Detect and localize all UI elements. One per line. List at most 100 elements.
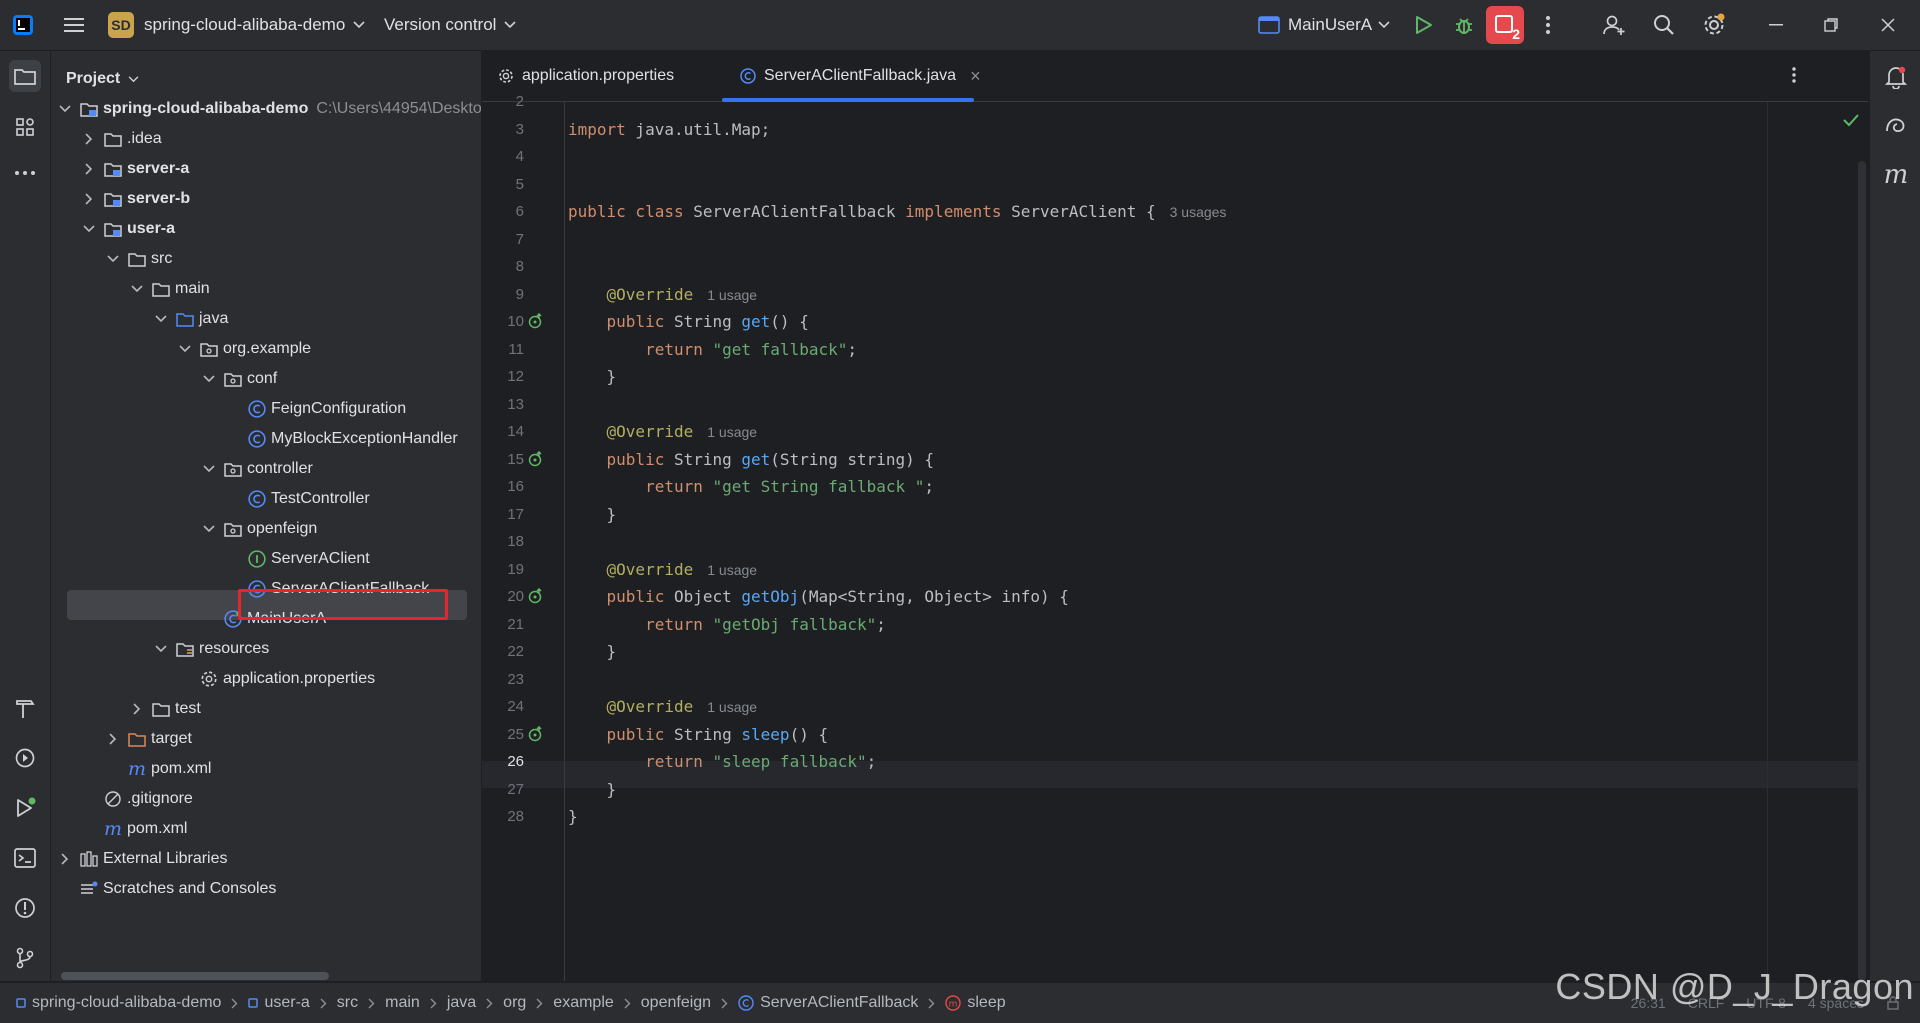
code-line[interactable]: import java.util.Map; — [568, 116, 770, 143]
code-line[interactable]: @Override 1 usage — [568, 281, 758, 308]
breadcrumb-item-spring-cloud-alibaba-demo[interactable]: spring-cloud-alibaba-demo — [16, 994, 221, 1012]
breadcrumb-item-example[interactable]: example — [553, 994, 613, 1012]
expand-down-chevron-icon[interactable] — [57, 101, 73, 117]
usages-inlay-hint[interactable]: 1 usage — [707, 287, 757, 303]
code-line[interactable]: public class ServerAClientFallback imple… — [568, 198, 1226, 225]
tree-item-spring-cloud-alibaba-demo[interactable]: spring-cloud-alibaba-demo C:\Users\44954\… — [51, 94, 481, 124]
breadcrumb-item-src[interactable]: src — [337, 994, 358, 1012]
line-number[interactable]: 19 — [482, 556, 524, 583]
code-line[interactable]: } — [568, 638, 617, 665]
code-line[interactable]: return "sleep fallback"; — [568, 748, 876, 775]
breadcrumb-item-org[interactable]: org — [503, 994, 526, 1012]
project-horizontal-scrollbar[interactable] — [61, 972, 329, 980]
code-line[interactable]: } — [568, 776, 617, 803]
tree-item-pom-xml[interactable]: m pom.xml — [51, 814, 481, 844]
collapse-right-chevron-icon[interactable] — [105, 731, 121, 747]
more-actions-icon[interactable] — [1536, 0, 1560, 50]
code-line[interactable]: return "get String fallback "; — [568, 473, 934, 500]
tree-item-target[interactable]: target — [51, 724, 481, 754]
structure-icon[interactable] — [9, 111, 41, 143]
code-line[interactable]: public Object getObj(Map<String, Object>… — [568, 583, 1069, 610]
tree-item-main[interactable]: main — [51, 274, 481, 304]
expand-down-chevron-icon[interactable] — [153, 311, 169, 327]
line-number[interactable]: 23 — [482, 666, 524, 693]
collapse-right-chevron-icon[interactable] — [81, 191, 97, 207]
line-number[interactable]: 9 — [482, 281, 524, 308]
run-button[interactable] — [1408, 0, 1440, 50]
breadcrumb-item-java[interactable]: java — [447, 994, 476, 1012]
expand-down-chevron-icon[interactable] — [201, 521, 217, 537]
tree-item-testcontroller[interactable]: TestController — [51, 484, 481, 514]
line-number[interactable]: 11 — [482, 336, 524, 363]
breadcrumb-item-main[interactable]: main — [385, 994, 420, 1012]
app-logo-icon[interactable] — [12, 0, 34, 50]
project-switcher[interactable]: SD spring-cloud-alibaba-demo — [108, 0, 365, 50]
line-number[interactable]: 2 — [482, 88, 524, 115]
collapse-right-chevron-icon[interactable] — [81, 131, 97, 147]
restore-icon[interactable] — [1815, 0, 1847, 50]
breadcrumb-item-serveraclientfallback[interactable]: ServerAClientFallback — [738, 994, 918, 1012]
code-line[interactable]: public String sleep() { — [568, 721, 829, 748]
run-tool-icon[interactable] — [9, 792, 41, 824]
line-number[interactable]: 24 — [482, 693, 524, 720]
implements-method-gutter-icon[interactable] — [528, 313, 544, 329]
tree-item-server-b[interactable]: server-b — [51, 184, 481, 214]
line-number[interactable]: 3 — [482, 116, 524, 143]
tree-item-resources[interactable]: resources — [51, 634, 481, 664]
usages-inlay-hint[interactable]: 1 usage — [707, 699, 757, 715]
line-number[interactable]: 22 — [482, 638, 524, 665]
tree-item-gitignore[interactable]: .gitignore — [51, 784, 481, 814]
line-number[interactable]: 13 — [482, 391, 524, 418]
implements-method-gutter-icon[interactable] — [528, 450, 544, 467]
breadcrumb-item-sleep[interactable]: m sleep — [945, 994, 1006, 1012]
maven-icon[interactable]: m — [1880, 159, 1912, 191]
code-line[interactable]: } — [568, 501, 617, 528]
problems-icon[interactable] — [9, 892, 41, 924]
code-line[interactable]: } — [568, 803, 578, 830]
tree-item-scratches-and-consoles[interactable]: Scratches and Consoles — [51, 874, 481, 904]
line-number[interactable]: 21 — [482, 611, 524, 638]
expand-down-chevron-icon[interactable] — [201, 371, 217, 387]
code-line[interactable]: return "getObj fallback"; — [568, 611, 886, 638]
line-number[interactable]: 25 — [482, 721, 524, 748]
line-number[interactable]: 17 — [482, 501, 524, 528]
code-line[interactable]: public String get() { — [568, 308, 809, 335]
line-number[interactable]: 8 — [482, 253, 524, 280]
ai-assistant-icon[interactable] — [1880, 110, 1912, 142]
code-line[interactable]: @Override 1 usage — [568, 418, 758, 445]
tree-item-idea[interactable]: .idea — [51, 124, 481, 154]
usages-inlay-hint[interactable]: 1 usage — [707, 562, 757, 578]
project-tool-folder-icon[interactable] — [9, 60, 41, 92]
project-panel-header[interactable]: Project — [66, 64, 139, 94]
tree-item-org-example[interactable]: org.example — [51, 334, 481, 364]
implements-method-gutter-icon[interactable] — [528, 725, 544, 742]
code-line[interactable]: public String get(String string) { — [568, 446, 935, 473]
tab-application-properties[interactable]: application.properties — [498, 51, 674, 101]
expand-down-chevron-icon[interactable] — [81, 221, 97, 237]
expand-down-chevron-icon[interactable] — [153, 641, 169, 657]
line-number[interactable]: 27 — [482, 776, 524, 803]
line-number[interactable]: 20 — [482, 583, 524, 610]
collapse-right-chevron-icon[interactable] — [81, 161, 97, 177]
tree-item-user-a[interactable]: user-a — [51, 214, 481, 244]
debug-button[interactable] — [1448, 0, 1480, 50]
line-number[interactable]: 14 — [482, 418, 524, 445]
code-line[interactable]: } — [568, 363, 617, 390]
line-number[interactable]: 4 — [482, 143, 524, 170]
tree-item-conf[interactable]: conf — [51, 364, 481, 394]
usages-inlay-hint[interactable]: 3 usages — [1170, 204, 1227, 220]
tree-item-controller[interactable]: controller — [51, 454, 481, 484]
line-number[interactable]: 15 — [482, 446, 524, 473]
close-window-icon[interactable] — [1872, 0, 1904, 50]
terminal-icon[interactable] — [9, 842, 41, 874]
tree-item-feignconfiguration[interactable]: FeignConfiguration — [51, 394, 481, 424]
line-number[interactable]: 28 — [482, 803, 524, 830]
build-hammer-icon[interactable] — [9, 692, 41, 724]
line-number[interactable]: 26 — [482, 748, 524, 775]
implements-method-gutter-icon[interactable] — [528, 588, 544, 604]
tree-item-external-libraries[interactable]: External Libraries — [51, 844, 481, 874]
main-menu-icon[interactable] — [60, 0, 88, 50]
line-number[interactable]: 18 — [482, 528, 524, 555]
tree-item-application-properties[interactable]: application.properties — [51, 664, 481, 694]
tree-item-test[interactable]: test — [51, 694, 481, 724]
